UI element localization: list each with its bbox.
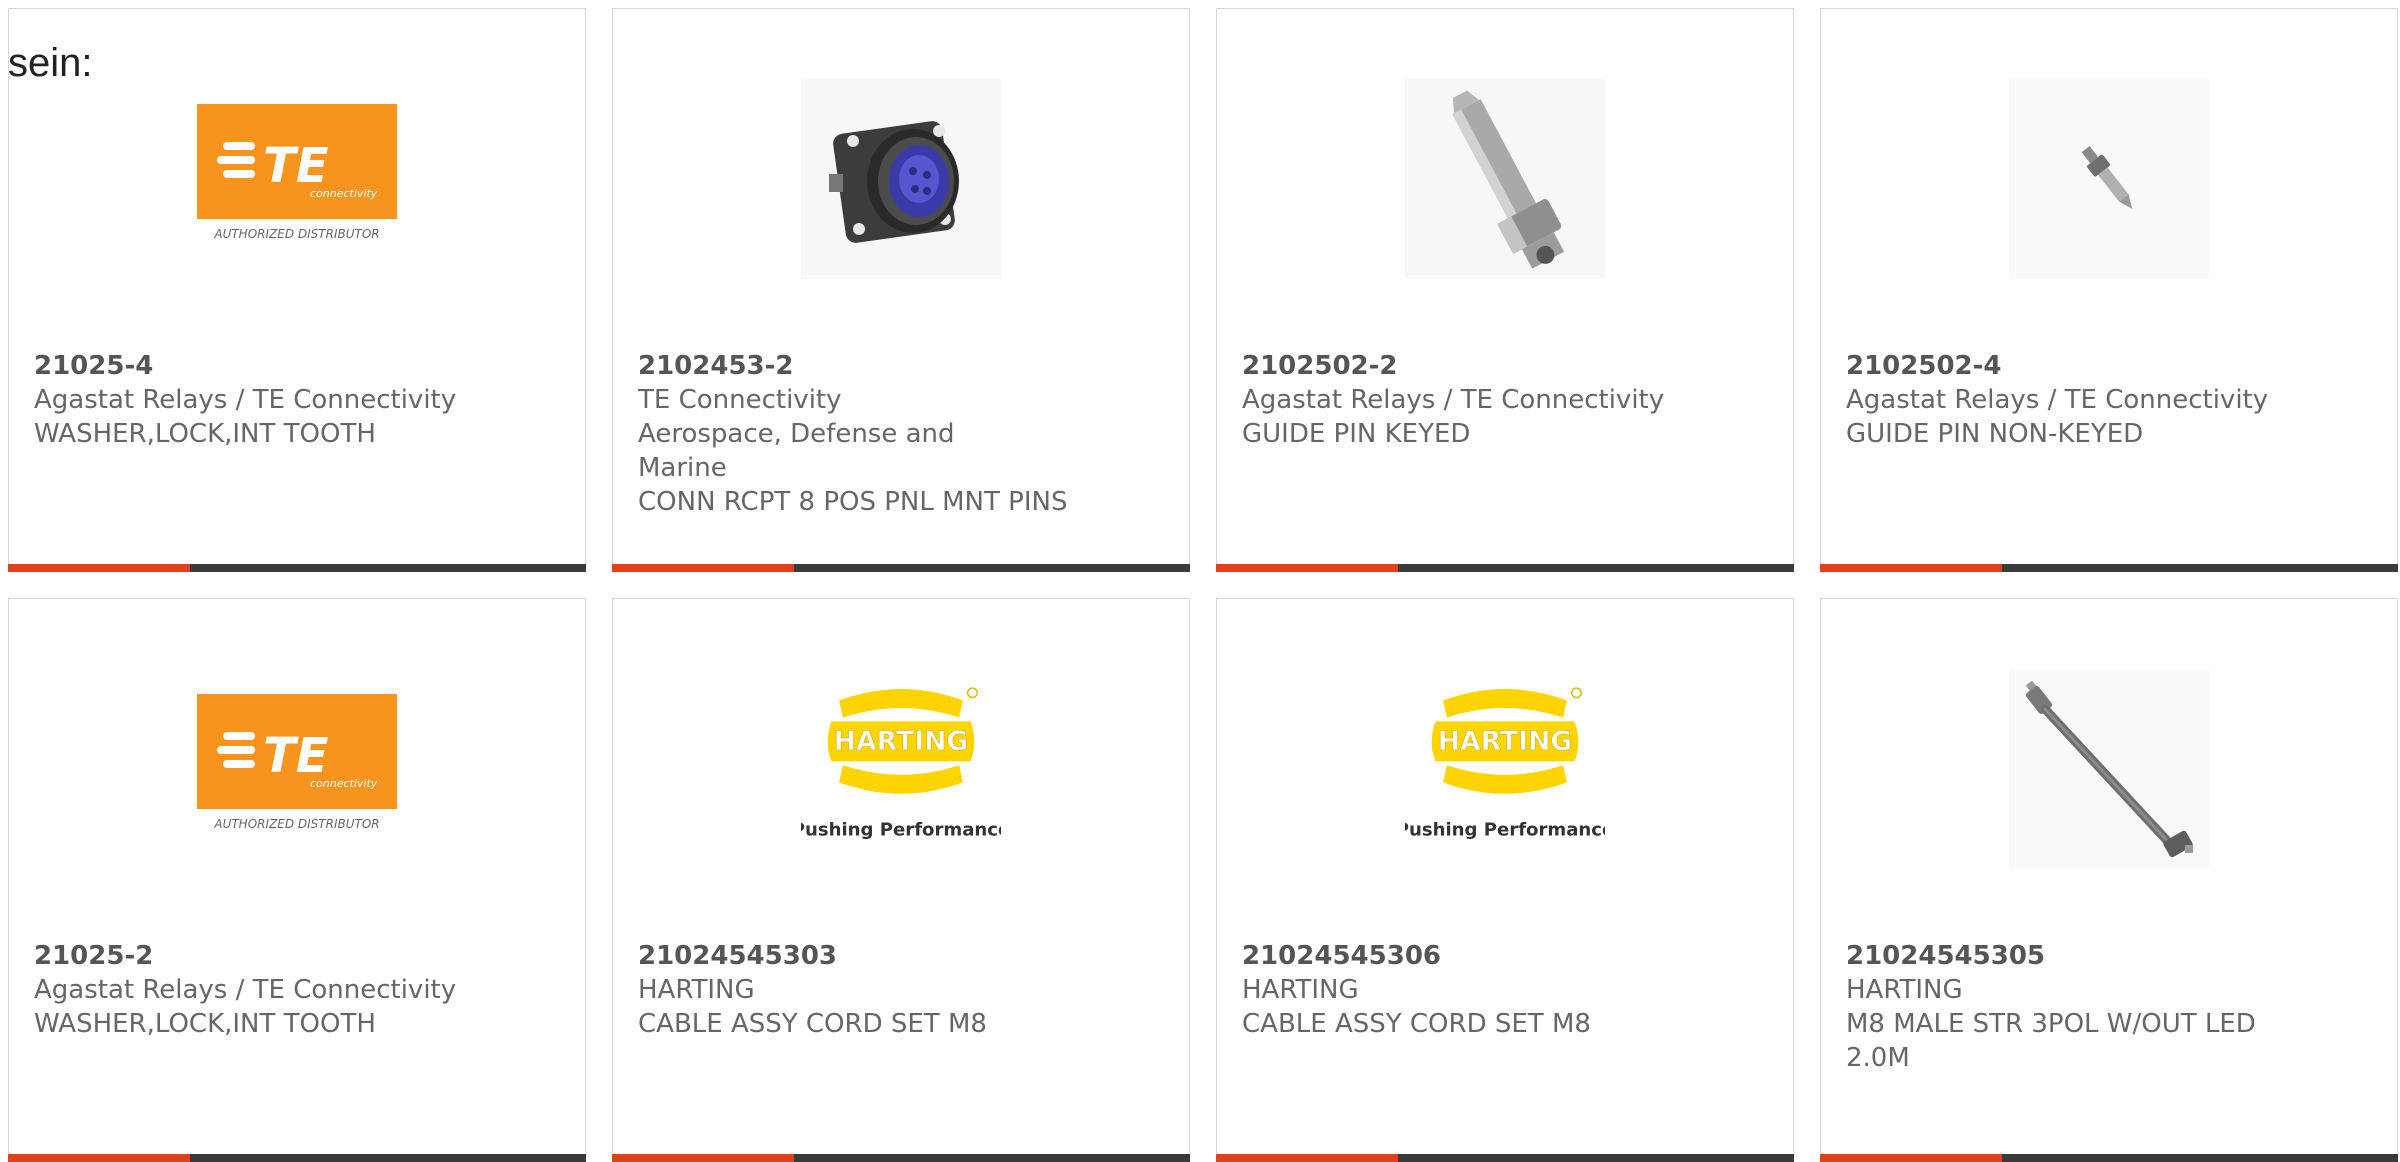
description: M8 MALE STR 3POL W/OUT LED 2.0M bbox=[1846, 1009, 2256, 1073]
product-info: 2102502-2 Agastat Relays / TE Connectivi… bbox=[1242, 349, 1773, 451]
card-footer-bar bbox=[612, 564, 1190, 572]
card-accent-bar bbox=[612, 1154, 794, 1162]
description: CONN RCPT 8 POS PNL MNT PINS bbox=[638, 487, 1068, 517]
product-card[interactable]: 21024545305 HARTING M8 MALE STR 3POL W/O… bbox=[1820, 598, 2398, 1162]
harting-logo-caption: Pushing Performance bbox=[801, 820, 1001, 841]
product-image[interactable] bbox=[1405, 79, 1605, 279]
description: WASHER,LOCK,INT TOOTH bbox=[34, 419, 376, 449]
product-image[interactable]: HARTING Pushing Performance bbox=[801, 669, 1001, 869]
manufacturer: Agastat Relays / TE Connectivity bbox=[34, 975, 457, 1005]
card-accent-bar bbox=[1820, 564, 2002, 572]
product-image[interactable] bbox=[801, 79, 1001, 279]
card-accent-bar bbox=[8, 1154, 190, 1162]
te-logo-subtext: connectivity bbox=[310, 777, 378, 790]
card-footer-bar bbox=[612, 1154, 1190, 1162]
manufacturer: Agastat Relays / TE Connectivity bbox=[34, 385, 457, 415]
part-number[interactable]: 2102502-2 bbox=[1242, 349, 1773, 383]
card-footer-bar bbox=[1216, 564, 1794, 572]
te-connectivity-logo-icon: TE connectivity AUTHORIZED DISTRIBUTOR bbox=[197, 694, 397, 831]
product-image[interactable]: HARTING Pushing Performance bbox=[1405, 669, 1605, 869]
harting-logo-icon: HARTING Pushing Performance bbox=[801, 687, 1001, 841]
manufacturer: HARTING bbox=[1846, 975, 1963, 1005]
card-accent-bar bbox=[1216, 1154, 1398, 1162]
guide-pin-keyed-icon bbox=[1405, 79, 1605, 279]
description: WASHER,LOCK,INT TOOTH bbox=[34, 1009, 376, 1039]
description: CABLE ASSY CORD SET M8 bbox=[1242, 1009, 1591, 1039]
card-footer-bar bbox=[8, 564, 586, 572]
part-number[interactable]: 2102502-4 bbox=[1846, 349, 2377, 383]
product-info: 2102502-4 Agastat Relays / TE Connectivi… bbox=[1846, 349, 2377, 451]
product-image[interactable] bbox=[2009, 669, 2209, 869]
harting-logo-text: HARTING bbox=[834, 726, 969, 757]
te-logo-text: TE bbox=[263, 728, 329, 784]
te-logo-caption: AUTHORIZED DISTRIBUTOR bbox=[213, 817, 379, 831]
harting-logo-text: HARTING bbox=[1438, 726, 1573, 757]
circular-connector-icon bbox=[801, 79, 1001, 279]
card-accent-bar bbox=[1216, 564, 1398, 572]
card-accent-bar bbox=[612, 564, 794, 572]
manufacturer: HARTING bbox=[638, 975, 755, 1005]
product-card[interactable]: TE connectivity AUTHORIZED DISTRIBUTOR 2… bbox=[8, 598, 586, 1162]
intro-text: sein: bbox=[8, 41, 93, 85]
product-card[interactable]: HARTING Pushing Performance 21024545306 … bbox=[1216, 598, 1794, 1162]
product-grid-page: sein: TE connectivity AUTHORIZED DISTRIB… bbox=[0, 0, 2400, 1162]
m8-cable-icon bbox=[2009, 669, 2209, 869]
product-grid: TE connectivity AUTHORIZED DISTRIBUTOR 2… bbox=[8, 8, 2400, 1162]
product-card[interactable]: TE connectivity AUTHORIZED DISTRIBUTOR 2… bbox=[8, 8, 586, 572]
te-logo-subtext: connectivity bbox=[310, 187, 378, 200]
card-accent-bar bbox=[8, 564, 190, 572]
part-number[interactable]: 21024545306 bbox=[1242, 939, 1773, 973]
product-card[interactable]: 2102453-2 TE Connectivity Aerospace, Def… bbox=[612, 8, 1190, 572]
manufacturer: Agastat Relays / TE Connectivity bbox=[1846, 385, 2269, 415]
product-card[interactable]: 2102502-2 Agastat Relays / TE Connectivi… bbox=[1216, 8, 1794, 572]
product-image[interactable] bbox=[2009, 79, 2209, 279]
card-footer-bar bbox=[8, 1154, 586, 1162]
manufacturer: Agastat Relays / TE Connectivity bbox=[1242, 385, 1665, 415]
harting-logo-icon: HARTING Pushing Performance bbox=[1405, 687, 1605, 841]
product-info: 2102453-2 TE Connectivity Aerospace, Def… bbox=[638, 349, 1169, 519]
product-info: 21024545303 HARTING CABLE ASSY CORD SET … bbox=[638, 939, 1169, 1041]
harting-logo-caption: Pushing Performance bbox=[1405, 820, 1605, 841]
product-info: 21024545306 HARTING CABLE ASSY CORD SET … bbox=[1242, 939, 1773, 1041]
guide-pin-small-icon bbox=[2009, 79, 2209, 279]
description: GUIDE PIN KEYED bbox=[1242, 419, 1471, 449]
te-logo-caption: AUTHORIZED DISTRIBUTOR bbox=[213, 227, 379, 241]
manufacturer: TE Connectivity Aerospace, Defense and M… bbox=[638, 385, 955, 483]
product-card[interactable]: HARTING Pushing Performance 21024545303 … bbox=[612, 598, 1190, 1162]
part-number[interactable]: 21025-4 bbox=[34, 349, 565, 383]
te-connectivity-logo-icon: TE connectivity AUTHORIZED DISTRIBUTOR bbox=[197, 104, 397, 241]
part-number[interactable]: 21024545305 bbox=[1846, 939, 2377, 973]
part-number[interactable]: 21025-2 bbox=[34, 939, 565, 973]
description: CABLE ASSY CORD SET M8 bbox=[638, 1009, 987, 1039]
te-logo-text: TE bbox=[263, 138, 329, 194]
card-footer-bar bbox=[1820, 564, 2398, 572]
part-number[interactable]: 21024545303 bbox=[638, 939, 1169, 973]
part-number[interactable]: 2102453-2 bbox=[638, 349, 1169, 383]
product-image[interactable]: TE connectivity AUTHORIZED DISTRIBUTOR bbox=[197, 79, 397, 279]
manufacturer: HARTING bbox=[1242, 975, 1359, 1005]
product-info: 21025-2 Agastat Relays / TE Connectivity… bbox=[34, 939, 565, 1041]
product-info: 21024545305 HARTING M8 MALE STR 3POL W/O… bbox=[1846, 939, 2377, 1075]
product-info: 21025-4 Agastat Relays / TE Connectivity… bbox=[34, 349, 565, 451]
card-footer-bar bbox=[1216, 1154, 1794, 1162]
product-card[interactable]: 2102502-4 Agastat Relays / TE Connectivi… bbox=[1820, 8, 2398, 572]
product-image[interactable]: TE connectivity AUTHORIZED DISTRIBUTOR bbox=[197, 669, 397, 869]
card-footer-bar bbox=[1820, 1154, 2398, 1162]
card-accent-bar bbox=[1820, 1154, 2002, 1162]
description: GUIDE PIN NON-KEYED bbox=[1846, 419, 2144, 449]
